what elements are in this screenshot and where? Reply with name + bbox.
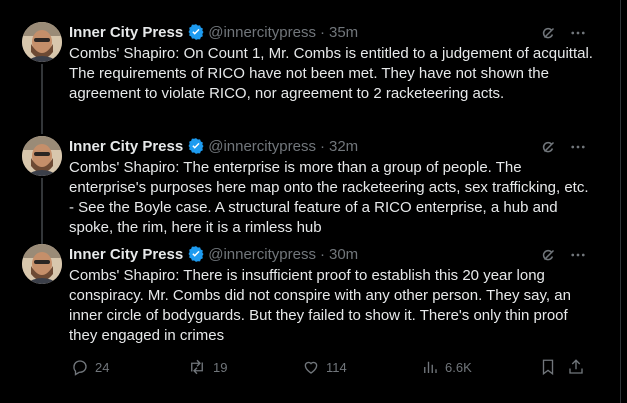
- author-handle[interactable]: @innercitypress: [208, 24, 316, 41]
- bookmark-icon: [542, 359, 554, 376]
- grok-button[interactable]: [539, 23, 559, 43]
- more-button[interactable]: [568, 245, 588, 265]
- avatar[interactable]: [22, 244, 62, 284]
- avatar[interactable]: [22, 136, 62, 176]
- views-count: 6.6K: [445, 359, 472, 375]
- reply-count: 24: [95, 359, 110, 375]
- like-button[interactable]: 114: [302, 358, 347, 376]
- author-name[interactable]: Inner City Press: [69, 24, 183, 41]
- views-icon: [424, 361, 437, 373]
- meta-separator: ·: [319, 23, 325, 41]
- grok-icon: [542, 141, 555, 153]
- author-handle[interactable]: @innercitypress: [208, 246, 316, 263]
- tweet-1[interactable]: Inner City Press @innercitypress · 35m C…: [0, 22, 612, 134]
- verified-badge-icon: [188, 24, 204, 40]
- tweet-2[interactable]: Inner City Press @innercitypress · 32m C…: [0, 136, 612, 244]
- repost-button[interactable]: 19: [187, 358, 227, 376]
- share-icon: [569, 359, 583, 374]
- more-icon: [571, 253, 585, 257]
- grok-button[interactable]: [539, 245, 559, 265]
- verified-badge-icon: [188, 246, 204, 262]
- thread-line: [41, 64, 43, 134]
- more-icon: [571, 31, 585, 35]
- like-icon: [304, 361, 318, 374]
- repost-count: 19: [213, 359, 228, 375]
- grok-button[interactable]: [539, 137, 559, 157]
- author-name[interactable]: Inner City Press: [69, 138, 183, 155]
- avatar-image: [22, 244, 62, 284]
- like-count: 114: [326, 359, 347, 375]
- tweet-text: Combs' Shapiro: There is insufficient pr…: [69, 267, 571, 344]
- grok-icon: [542, 27, 555, 39]
- tweet-time[interactable]: 30m: [329, 246, 358, 263]
- action-bar: 24 19 114 6.6K: [69, 358, 589, 380]
- more-button[interactable]: [568, 23, 588, 43]
- more-button[interactable]: [568, 137, 588, 157]
- meta-separator: ·: [319, 137, 325, 155]
- verified-badge-icon: [188, 138, 204, 154]
- tweet-time[interactable]: 35m: [329, 24, 358, 41]
- meta-separator: ·: [319, 245, 325, 263]
- more-icon: [571, 145, 585, 149]
- timeline-border: [620, 0, 621, 403]
- avatar-image: [22, 22, 62, 62]
- author-name[interactable]: Inner City Press: [69, 246, 183, 263]
- reply-icon: [73, 360, 87, 376]
- views-button[interactable]: 6.6K: [421, 358, 472, 376]
- tweet-text: Combs' Shapiro: On Count 1, Mr. Combs is…: [69, 45, 593, 102]
- reply-button[interactable]: 24: [71, 358, 109, 376]
- grok-icon: [542, 249, 555, 261]
- bookmark-button[interactable]: [539, 358, 557, 376]
- tweet-time[interactable]: 32m: [329, 138, 358, 155]
- tweet-text: Combs' Shapiro: The enterprise is more t…: [69, 159, 589, 236]
- repost-icon: [191, 359, 203, 375]
- author-handle[interactable]: @innercitypress: [208, 138, 316, 155]
- avatar[interactable]: [22, 22, 62, 62]
- avatar-image: [22, 136, 62, 176]
- thread-line: [41, 178, 43, 244]
- share-button[interactable]: [567, 358, 585, 376]
